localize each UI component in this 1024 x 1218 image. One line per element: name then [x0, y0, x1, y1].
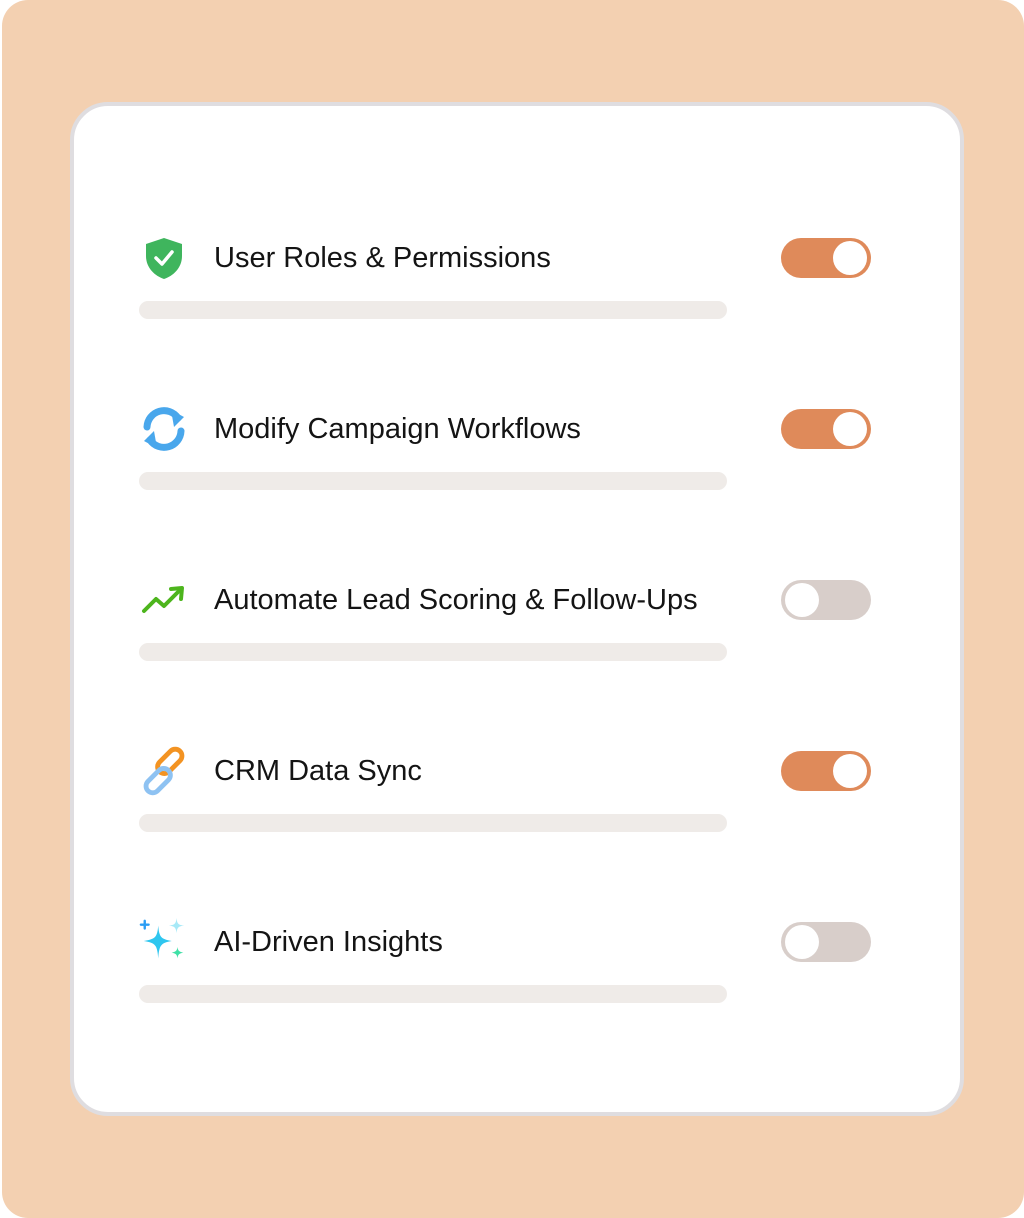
permissions-card: User Roles & Permissions Modify Campaign… — [70, 102, 964, 1116]
sync-arrows-icon — [138, 404, 190, 454]
description-placeholder-bar — [139, 985, 727, 1003]
page-background: User Roles & Permissions Modify Campaign… — [2, 0, 1024, 1218]
sparkles-icon — [138, 917, 190, 967]
toggle-campaign-workflows[interactable] — [781, 409, 871, 449]
toggle-knob — [833, 241, 867, 275]
permission-row-crm-sync: CRM Data Sync — [74, 746, 960, 838]
permission-label: CRM Data Sync — [214, 755, 422, 787]
toggle-ai-insights[interactable] — [781, 922, 871, 962]
description-placeholder-bar — [139, 814, 727, 832]
description-placeholder-bar — [139, 472, 727, 490]
permission-label: AI-Driven Insights — [214, 926, 443, 958]
permission-label: User Roles & Permissions — [214, 242, 551, 274]
permission-row-campaign-workflows: Modify Campaign Workflows — [74, 404, 960, 496]
toggle-lead-scoring[interactable] — [781, 580, 871, 620]
toggle-knob — [785, 583, 819, 617]
permission-label: Modify Campaign Workflows — [214, 413, 581, 445]
permission-label: Automate Lead Scoring & Follow-Ups — [214, 584, 698, 616]
description-placeholder-bar — [139, 643, 727, 661]
toggle-crm-sync[interactable] — [781, 751, 871, 791]
toggle-user-roles[interactable] — [781, 238, 871, 278]
permission-row-ai-insights: AI-Driven Insights — [74, 917, 960, 1009]
toggle-knob — [785, 925, 819, 959]
permission-row-user-roles: User Roles & Permissions — [74, 233, 960, 325]
toggle-knob — [833, 754, 867, 788]
trending-up-icon — [138, 575, 190, 625]
permission-row-lead-scoring: Automate Lead Scoring & Follow-Ups — [74, 575, 960, 667]
description-placeholder-bar — [139, 301, 727, 319]
shield-check-icon — [138, 233, 190, 283]
toggle-knob — [833, 412, 867, 446]
link-chain-icon — [138, 746, 190, 796]
